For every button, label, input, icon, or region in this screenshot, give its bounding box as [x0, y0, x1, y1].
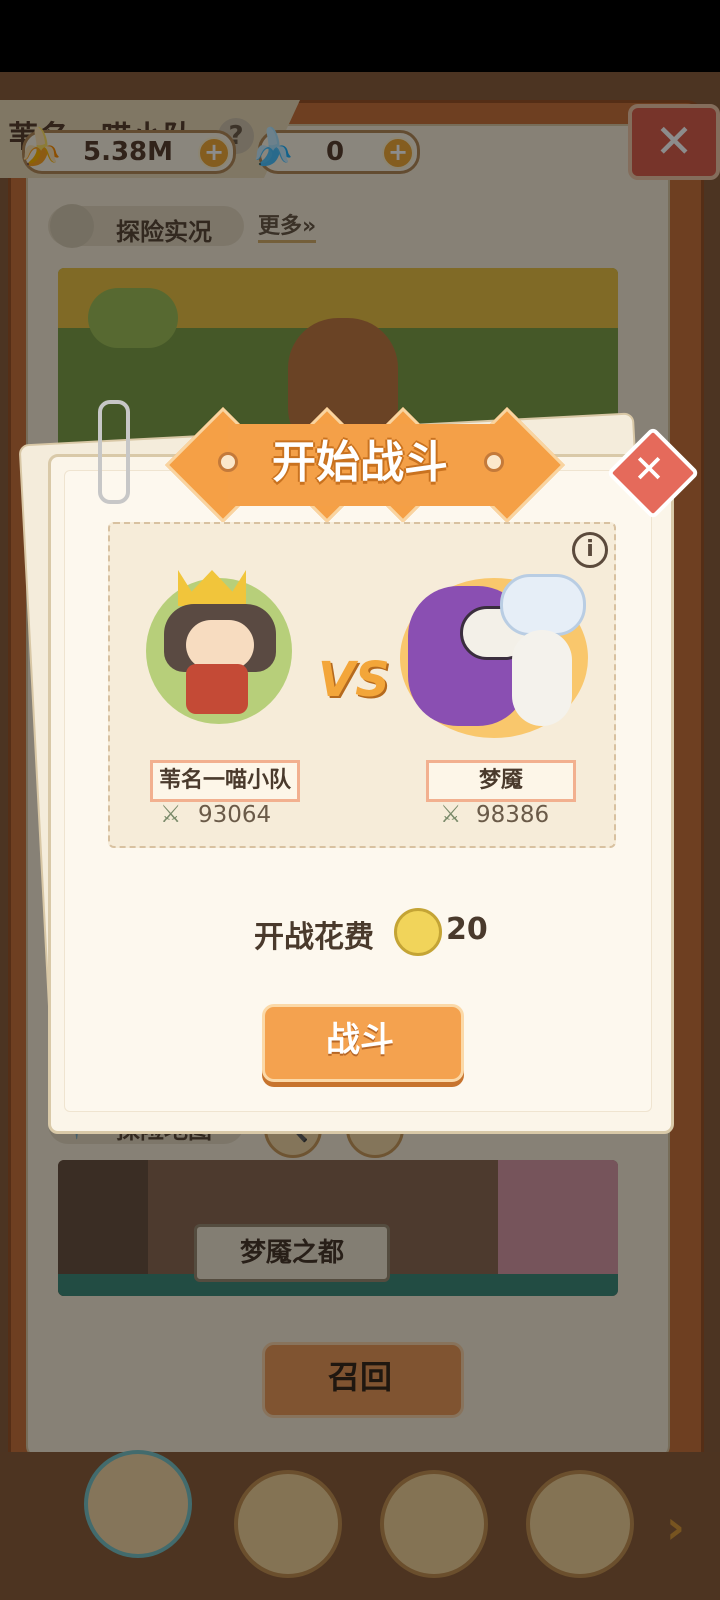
modal-title: 开始战斗	[272, 437, 448, 488]
info-icon[interactable]: i	[572, 532, 608, 568]
enemy-name: 梦魇	[426, 760, 576, 802]
player-name: 苇名一喵小队	[150, 760, 300, 802]
enemy-cloud-hat	[500, 574, 586, 636]
player-power: 93064	[198, 802, 272, 828]
enemy-power: 98386	[476, 802, 550, 828]
sword-icon: ⚔	[160, 800, 182, 828]
battle-cost-label: 开战花费	[254, 920, 374, 955]
samurai-face	[186, 620, 254, 670]
close-icon[interactable]: ✕	[620, 440, 678, 498]
enemy-arm	[512, 630, 572, 726]
fight-button[interactable]: 战斗	[262, 1004, 458, 1076]
paperclip-icon	[98, 400, 130, 504]
clover-icon	[394, 908, 442, 956]
sword-icon: ⚔	[440, 800, 462, 828]
vs-label: VS	[318, 652, 390, 708]
samurai-body	[186, 664, 248, 714]
battle-cost-value: 20	[446, 912, 488, 947]
